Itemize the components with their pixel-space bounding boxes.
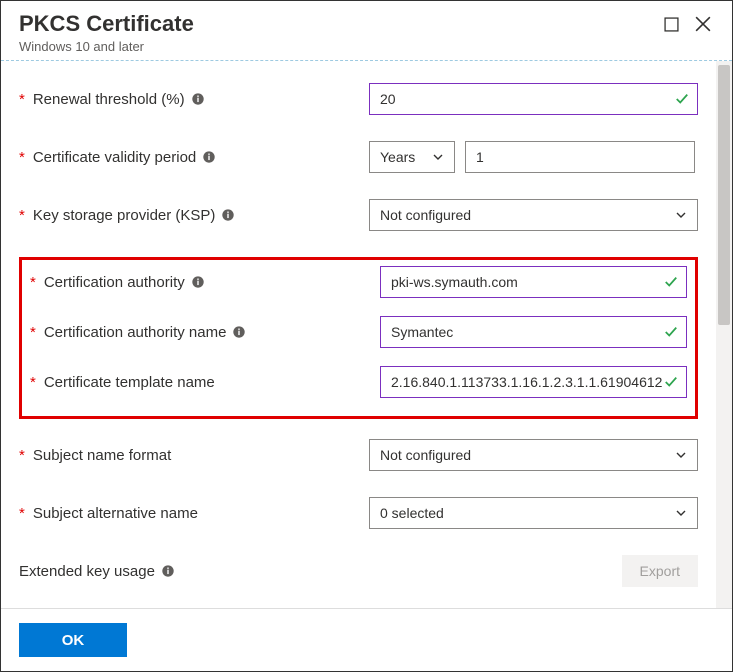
input-validity-value[interactable]: 1 bbox=[465, 141, 695, 173]
label-template: Certificate template name bbox=[44, 374, 215, 391]
label-subject-format: Subject name format bbox=[33, 447, 171, 464]
check-icon bbox=[664, 375, 678, 389]
row-san: * Subject alternative name 0 selected bbox=[19, 497, 698, 529]
check-icon bbox=[675, 92, 689, 106]
maximize-button[interactable] bbox=[660, 13, 682, 35]
close-icon bbox=[695, 16, 711, 32]
chevron-down-icon bbox=[675, 209, 687, 221]
input-ca-name[interactable]: Symantec bbox=[380, 316, 687, 348]
required-marker: * bbox=[19, 447, 25, 464]
select-subject-format[interactable]: Not configured bbox=[369, 439, 698, 471]
dialog-body: * Renewal threshold (%) 20 * Certificate… bbox=[1, 61, 716, 608]
dialog-footer: OK bbox=[1, 608, 732, 671]
eku-col-oid: Object Identifier bbox=[219, 607, 389, 608]
info-icon[interactable] bbox=[191, 92, 205, 106]
label-ksp: Key storage provider (KSP) bbox=[33, 207, 216, 224]
label-ca: Certification authority bbox=[44, 274, 185, 291]
chevron-down-icon bbox=[675, 449, 687, 461]
row-renewal-threshold: * Renewal threshold (%) 20 bbox=[19, 83, 698, 115]
eku-col-name: Name bbox=[19, 607, 209, 608]
close-button[interactable] bbox=[692, 13, 714, 35]
dialog-window: PKCS Certificate Windows 10 and later * … bbox=[0, 0, 733, 672]
required-marker: * bbox=[30, 324, 36, 341]
select-validity-unit[interactable]: Years bbox=[369, 141, 455, 173]
check-icon bbox=[664, 325, 678, 339]
required-marker: * bbox=[19, 207, 25, 224]
eku-section: Extended key usage Export Name Not confi… bbox=[19, 555, 698, 608]
label-validity: Certificate validity period bbox=[33, 149, 196, 166]
info-icon[interactable] bbox=[221, 208, 235, 222]
export-button: Export bbox=[622, 555, 698, 587]
row-ca-name: * Certification authority name Symantec bbox=[30, 316, 687, 348]
info-icon[interactable] bbox=[161, 564, 175, 578]
scrollbar[interactable] bbox=[716, 61, 732, 608]
required-marker: * bbox=[30, 274, 36, 291]
required-marker: * bbox=[19, 91, 25, 108]
chevron-down-icon bbox=[675, 507, 687, 519]
row-ksp: * Key storage provider (KSP) Not configu… bbox=[19, 199, 698, 231]
label-eku: Extended key usage bbox=[19, 563, 155, 580]
dialog-subtitle: Windows 10 and later bbox=[19, 39, 660, 54]
info-icon[interactable] bbox=[191, 275, 205, 289]
check-icon bbox=[664, 275, 678, 289]
maximize-icon bbox=[664, 17, 679, 32]
label-renewal: Renewal threshold (%) bbox=[33, 91, 185, 108]
info-icon[interactable] bbox=[232, 325, 246, 339]
label-san: Subject alternative name bbox=[33, 505, 198, 522]
required-marker: * bbox=[30, 374, 36, 391]
select-san[interactable]: 0 selected bbox=[369, 497, 698, 529]
input-template[interactable]: 2.16.840.1.113733.1.16.1.2.3.1.1.6190461… bbox=[380, 366, 687, 398]
row-subject-format: * Subject name format Not configured bbox=[19, 439, 698, 471]
scroll-thumb[interactable] bbox=[718, 65, 730, 325]
eku-col-predefined: Predefined values bbox=[399, 607, 589, 608]
highlighted-group: * Certification authority pki-ws.symauth… bbox=[19, 257, 698, 419]
input-renewal-threshold[interactable]: 20 bbox=[369, 83, 698, 115]
label-ca-name: Certification authority name bbox=[44, 324, 227, 341]
info-icon[interactable] bbox=[202, 150, 216, 164]
required-marker: * bbox=[19, 505, 25, 522]
row-template: * Certificate template name 2.16.840.1.1… bbox=[30, 366, 687, 398]
ok-button[interactable]: OK bbox=[19, 623, 127, 657]
input-ca[interactable]: pki-ws.symauth.com bbox=[380, 266, 687, 298]
row-ca: * Certification authority pki-ws.symauth… bbox=[30, 266, 687, 298]
row-validity-period: * Certificate validity period Years 1 bbox=[19, 141, 698, 173]
dialog-header: PKCS Certificate Windows 10 and later bbox=[1, 1, 732, 61]
select-ksp[interactable]: Not configured bbox=[369, 199, 698, 231]
chevron-down-icon bbox=[432, 151, 444, 163]
dialog-title: PKCS Certificate bbox=[19, 11, 660, 37]
required-marker: * bbox=[19, 149, 25, 166]
